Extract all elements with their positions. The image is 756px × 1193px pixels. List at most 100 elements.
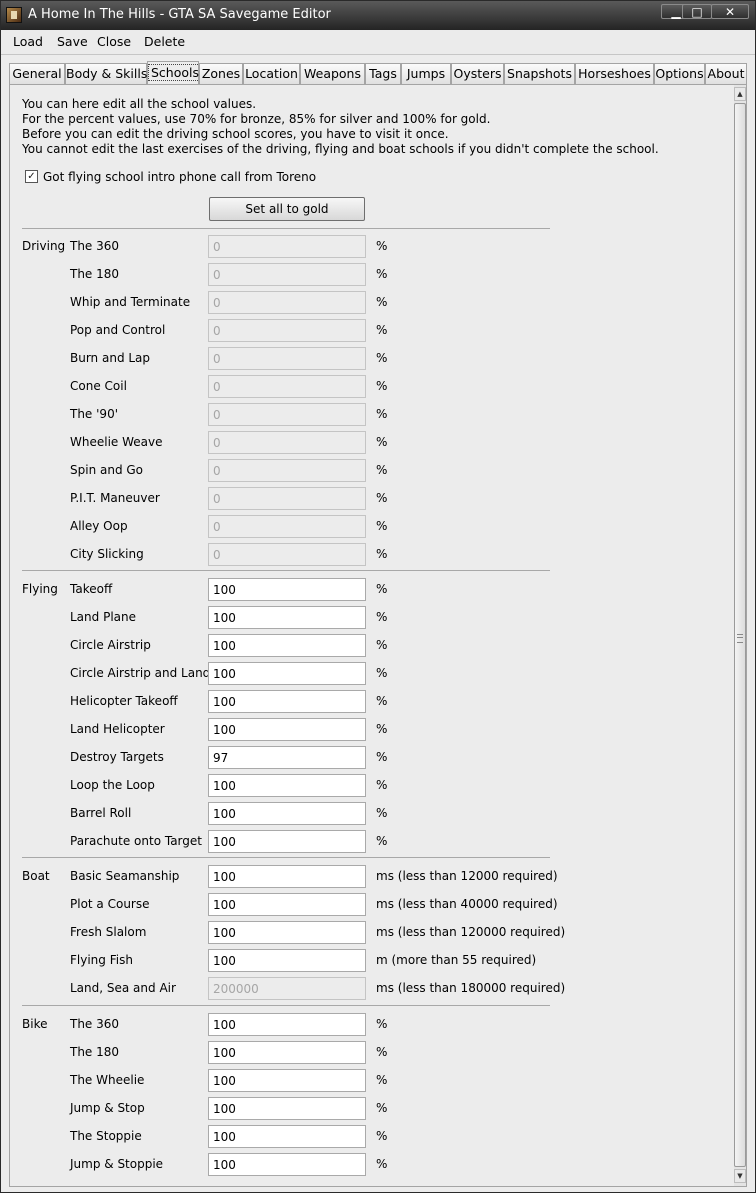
score-input[interactable] [208, 1125, 366, 1148]
score-input [208, 263, 366, 286]
tab-general[interactable]: General [9, 63, 65, 84]
tab-oysters[interactable]: Oysters [451, 63, 504, 84]
scroll-up-icon[interactable]: ▲ [734, 87, 746, 101]
exercise-label: Spin and Go [70, 463, 144, 477]
close-window-button[interactable]: ✕ [711, 4, 749, 19]
exercise-label: Land, Sea and Air [70, 981, 176, 995]
intro-line-2: For the percent values, use 70% for bron… [22, 112, 491, 126]
tab-zones[interactable]: Zones [199, 63, 243, 84]
phone-call-checkbox[interactable]: ✓ [25, 170, 38, 183]
exercise-label: The Wheelie [70, 1073, 145, 1087]
tab-tags[interactable]: Tags [365, 63, 401, 84]
tab-options[interactable]: Options [654, 63, 705, 84]
score-input[interactable] [208, 830, 366, 853]
score-input[interactable] [208, 1153, 366, 1176]
exercise-label: Land Plane [70, 610, 136, 624]
section-label-bike: Bike [22, 1017, 48, 1031]
score-input[interactable] [208, 1069, 366, 1092]
window-title: A Home In The Hills - GTA SA Savegame Ed… [28, 7, 331, 22]
score-input[interactable] [208, 606, 366, 629]
unit-label: % [376, 1129, 388, 1143]
section-divider [22, 857, 550, 858]
unit-label: ms (less than 120000 required) [376, 925, 566, 939]
tab-body-skills[interactable]: Body & Skills [65, 63, 147, 84]
score-input[interactable] [208, 578, 366, 601]
menu-delete[interactable]: Delete [144, 34, 185, 49]
tab-label: Weapons [304, 66, 361, 81]
tab-snapshots[interactable]: Snapshots [504, 63, 575, 84]
score-input[interactable] [208, 921, 366, 944]
tab-label: Horseshoes [578, 66, 651, 81]
unit-label: % [376, 519, 388, 533]
tab-about[interactable]: About [705, 63, 747, 84]
score-input[interactable] [208, 1013, 366, 1036]
score-input[interactable] [208, 662, 366, 685]
exercise-label: Plot a Course [70, 897, 150, 911]
tab-label: Location [245, 66, 298, 81]
unit-label: m (more than 55 required) [376, 953, 537, 967]
tab-weapons[interactable]: Weapons [300, 63, 365, 84]
exercise-label: Alley Oop [70, 519, 128, 533]
score-input[interactable] [208, 746, 366, 769]
unit-label: % [376, 295, 388, 309]
score-input[interactable] [208, 774, 366, 797]
score-input[interactable] [208, 893, 366, 916]
exercise-label: Land Helicopter [70, 722, 165, 736]
app-icon[interactable] [6, 7, 22, 23]
section-divider [22, 228, 550, 229]
menu-load[interactable]: Load [13, 34, 43, 49]
title-bar[interactable]: A Home In The Hills - GTA SA Savegame Ed… [1, 1, 755, 30]
menu-close[interactable]: Close [97, 34, 131, 49]
exercise-label: Burn and Lap [70, 351, 151, 365]
exercise-label: Helicopter Takeoff [70, 694, 178, 708]
tab-label: About [707, 66, 745, 81]
exercise-label: Barrel Roll [70, 806, 132, 820]
score-input [208, 487, 366, 510]
exercise-label: Fresh Slalom [70, 925, 147, 939]
score-input[interactable] [208, 949, 366, 972]
unit-label: % [376, 638, 388, 652]
unit-label: % [376, 1101, 388, 1115]
score-input [208, 375, 366, 398]
scroll-grip-icon [737, 634, 743, 643]
unit-label: % [376, 806, 388, 820]
maximize-button[interactable]: □ [682, 4, 712, 19]
unit-label: % [376, 379, 388, 393]
tab-location[interactable]: Location [243, 63, 300, 84]
section-label-boat: Boat [22, 869, 50, 883]
score-input[interactable] [208, 802, 366, 825]
tab-strip: General Body & Skills Schools Zones Location… [9, 61, 747, 85]
score-input[interactable] [208, 1041, 366, 1064]
score-input[interactable] [208, 1097, 366, 1120]
menu-save[interactable]: Save [57, 34, 88, 49]
phone-call-label[interactable]: Got flying school intro phone call from … [43, 170, 316, 184]
tab-horseshoes[interactable]: Horseshoes [575, 63, 654, 84]
vertical-scrollbar[interactable]: ▲ ▼ [734, 85, 746, 1186]
scroll-thumb[interactable] [734, 103, 746, 1167]
scroll-down-icon[interactable]: ▼ [734, 1169, 746, 1183]
exercise-label: Circle Airstrip [70, 638, 151, 652]
unit-label: ms (less than 12000 required) [376, 869, 558, 883]
tab-label: General [12, 66, 62, 81]
unit-label: % [376, 610, 388, 624]
score-input [208, 291, 366, 314]
tab-schools[interactable]: Schools [147, 61, 203, 85]
exercise-label: Jump & Stop [70, 1101, 145, 1115]
unit-label: % [376, 834, 388, 848]
exercise-label: Parachute onto Target [70, 834, 202, 848]
unit-label: % [376, 582, 388, 596]
set-all-gold-button[interactable]: Set all to gold [209, 197, 365, 221]
intro-line-1: You can here edit all the school values. [22, 97, 257, 111]
unit-label: % [376, 351, 388, 365]
score-input [208, 977, 366, 1000]
tab-label: Oysters [453, 66, 502, 81]
score-input[interactable] [208, 690, 366, 713]
unit-label: % [376, 323, 388, 337]
tab-label: Jumps [406, 66, 446, 81]
score-input[interactable] [208, 718, 366, 741]
tab-jumps[interactable]: Jumps [401, 63, 451, 84]
tab-label: Zones [201, 66, 241, 81]
unit-label: % [376, 694, 388, 708]
score-input[interactable] [208, 634, 366, 657]
score-input[interactable] [208, 865, 366, 888]
